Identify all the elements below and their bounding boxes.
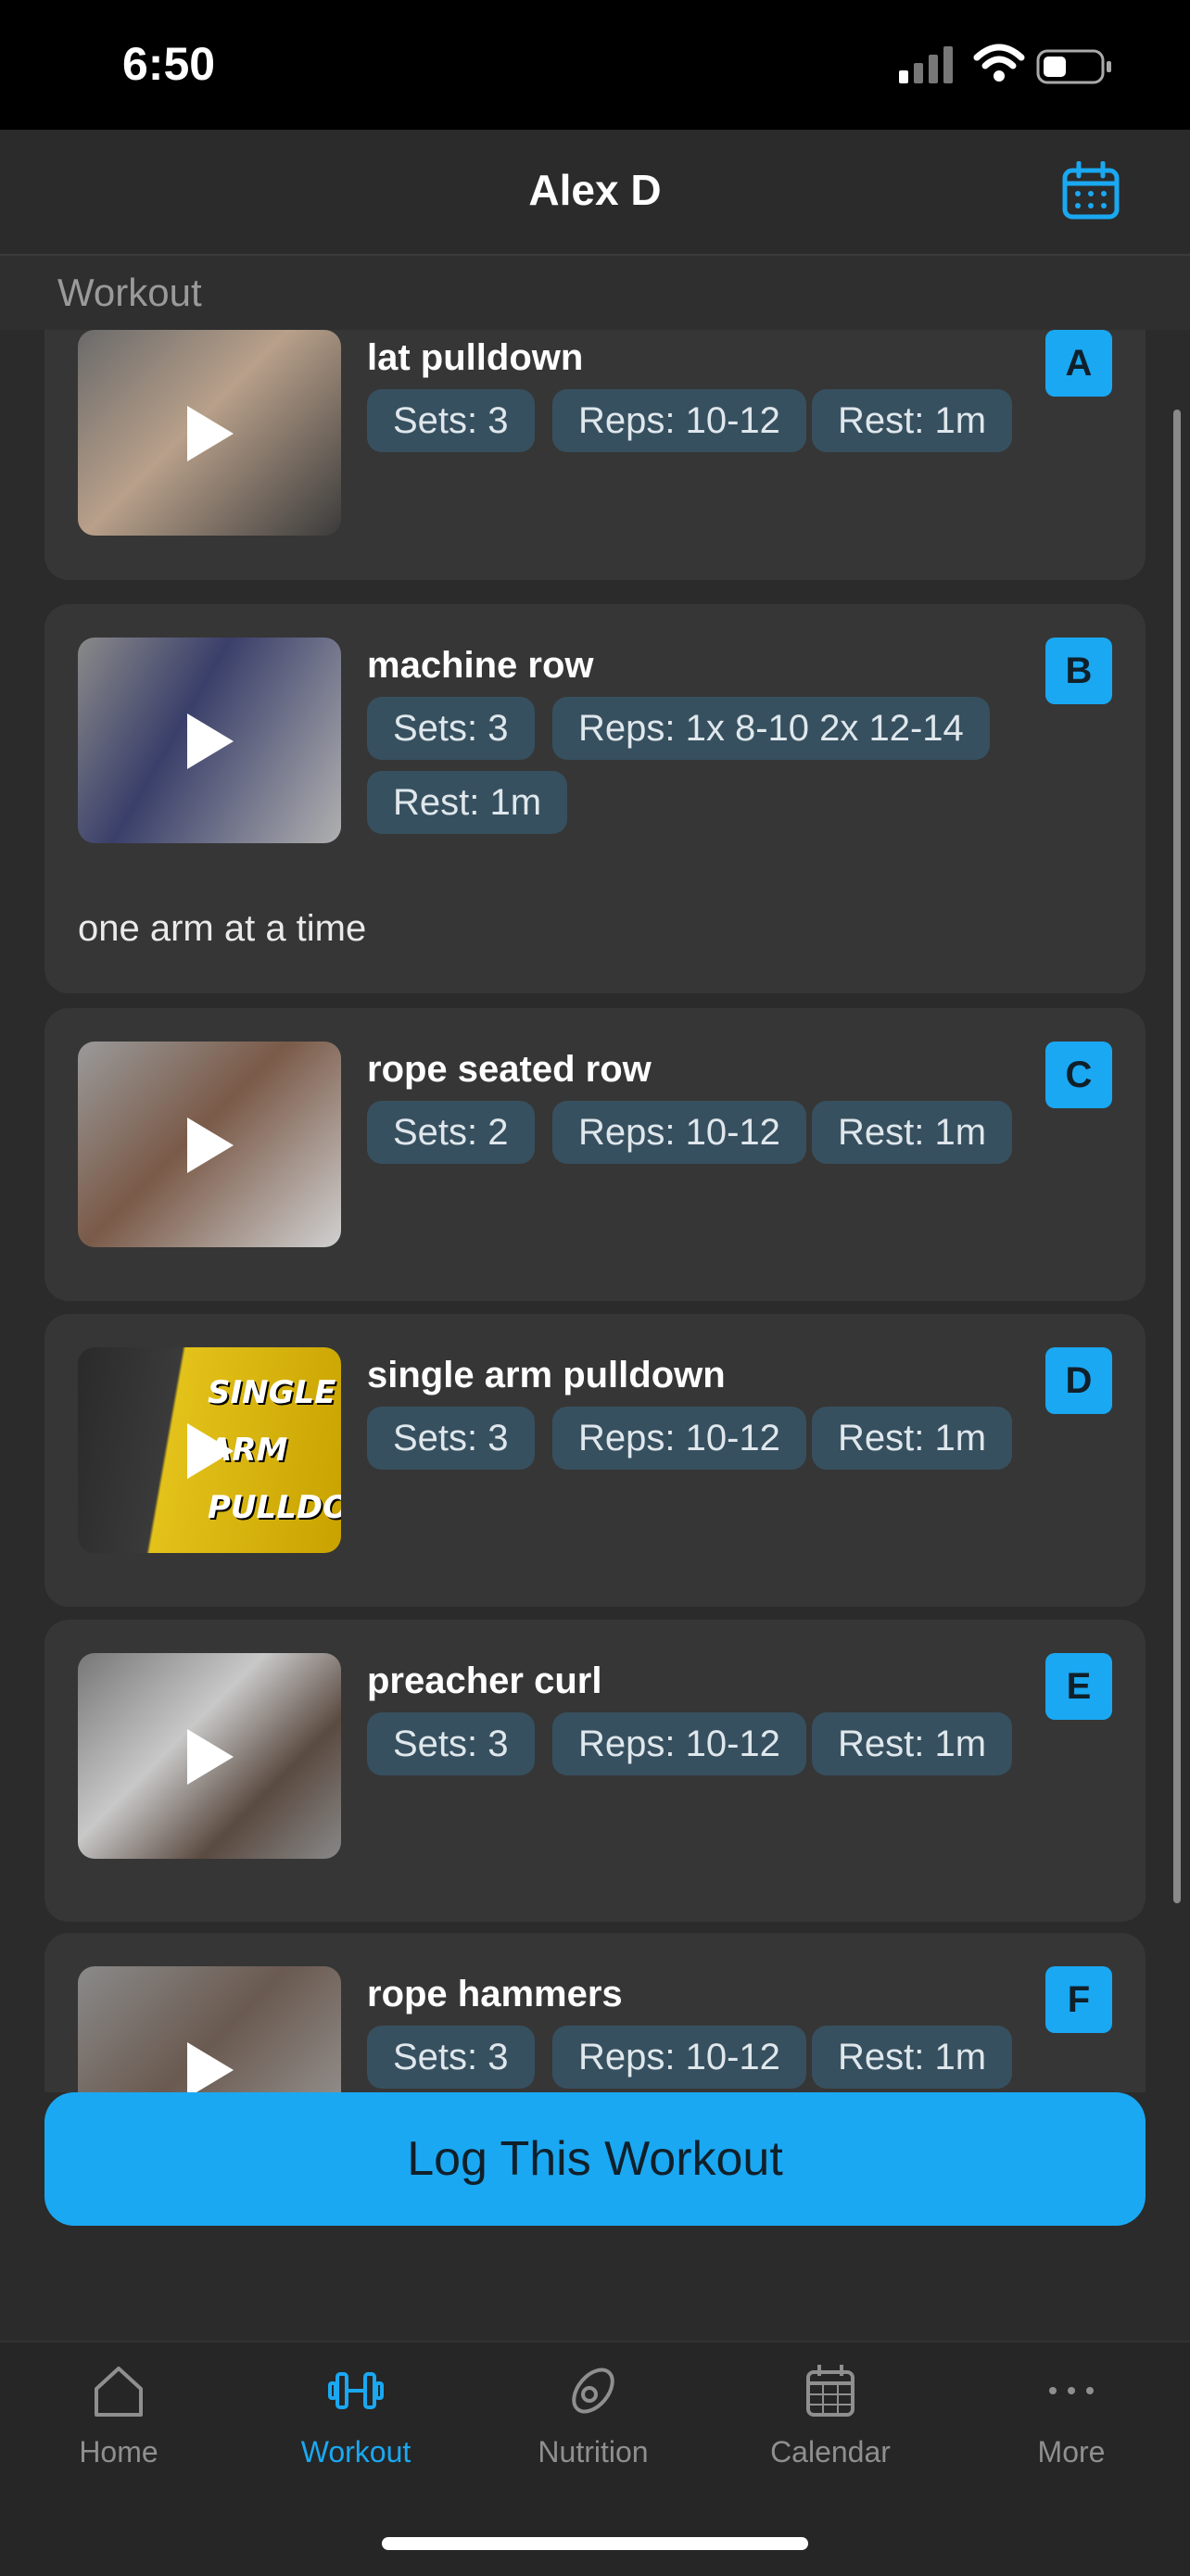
exercise-note: one arm at a time xyxy=(78,908,367,949)
avocado-icon xyxy=(572,2368,614,2414)
wifi-icon xyxy=(973,44,1025,82)
dumbbell-icon xyxy=(328,2372,384,2409)
rest-chip: Rest: 1m xyxy=(812,2026,1013,2089)
exercise-video-thumbnail[interactable] xyxy=(78,1042,341,1247)
exercise-letter-badge: B xyxy=(1045,638,1112,704)
sets-chip: Sets: 3 xyxy=(367,697,535,760)
exercise-letter-badge: D xyxy=(1045,1347,1112,1414)
exercise-letter-badge: F xyxy=(1045,1966,1112,2033)
home-icon xyxy=(95,2367,143,2417)
exercise-card[interactable]: rope hammers Sets: 3 Reps: 10-12 Rest: 1… xyxy=(44,1933,1146,2092)
play-icon xyxy=(187,1729,234,1785)
tab-nutrition[interactable]: Nutrition xyxy=(475,2361,712,2500)
rest-chip: Rest: 1m xyxy=(812,389,1013,452)
reps-chip: Reps: 10-12 xyxy=(552,1101,806,1164)
play-icon xyxy=(187,2042,234,2092)
exercise-letter-badge: A xyxy=(1045,330,1112,397)
exercise-card[interactable]: rope seated row Sets: 2 Reps: 10-12 Rest… xyxy=(44,1008,1146,1301)
rest-chip: Rest: 1m xyxy=(367,771,568,834)
top-bar: Alex D xyxy=(0,130,1190,256)
section-header: Workout xyxy=(0,256,1190,330)
more-icon xyxy=(1049,2387,1094,2394)
sets-chip: Sets: 3 xyxy=(367,1712,535,1775)
exercise-letter-badge: E xyxy=(1045,1653,1112,1720)
rest-chip: Rest: 1m xyxy=(812,1712,1013,1775)
calendar-icon[interactable] xyxy=(1062,161,1120,221)
reps-chip: Reps: 10-12 xyxy=(552,1407,806,1470)
exercise-card[interactable]: machine row Sets: 3 Reps: 1x 8-10 2x 12-… xyxy=(44,604,1146,993)
tab-label: Workout xyxy=(300,2435,411,2469)
exercise-video-thumbnail[interactable] xyxy=(78,1966,341,2092)
exercise-video-thumbnail[interactable] xyxy=(78,638,341,843)
reps-chip: Reps: 1x 8-10 2x 12-14 xyxy=(552,697,990,760)
home-indicator xyxy=(382,2537,808,2550)
cellular-signal-icon xyxy=(899,46,953,83)
reps-chip: Reps: 10-12 xyxy=(552,2026,806,2089)
sets-chip: Sets: 3 xyxy=(367,389,535,452)
tab-label: Calendar xyxy=(770,2435,891,2469)
exercise-name: single arm pulldown xyxy=(367,1355,726,1395)
sets-chip: Sets: 3 xyxy=(367,2026,535,2089)
play-icon xyxy=(187,406,234,461)
exercise-card[interactable]: lat pulldown Sets: 3 Reps: 10-12 Rest: 1… xyxy=(44,330,1146,580)
calendar-icon xyxy=(806,2365,855,2417)
status-bar: 6:50 xyxy=(0,0,1190,130)
exercise-list[interactable]: lat pulldown Sets: 3 Reps: 10-12 Rest: 1… xyxy=(0,330,1190,2092)
tab-calendar[interactable]: Calendar xyxy=(712,2361,949,2500)
exercise-video-thumbnail[interactable] xyxy=(78,330,341,536)
page-title: Alex D xyxy=(528,166,662,214)
section-label: Workout xyxy=(57,271,202,314)
exercise-name: rope hammers xyxy=(367,1974,623,2014)
play-icon xyxy=(187,1118,234,1173)
play-icon xyxy=(187,1423,234,1479)
tab-home[interactable]: Home xyxy=(0,2361,237,2500)
battery-icon xyxy=(1036,49,1111,84)
rest-chip: Rest: 1m xyxy=(812,1407,1013,1470)
reps-chip: Reps: 10-12 xyxy=(552,389,806,452)
tab-label: Nutrition xyxy=(538,2435,649,2469)
status-time: 6:50 xyxy=(122,38,216,90)
rest-chip: Rest: 1m xyxy=(812,1101,1013,1164)
tab-workout[interactable]: Workout xyxy=(237,2361,475,2500)
exercise-card[interactable]: preacher curl Sets: 3 Reps: 10-12 Rest: … xyxy=(44,1620,1146,1922)
tab-more[interactable]: More xyxy=(953,2361,1190,2500)
log-workout-button[interactable]: Log This Workout xyxy=(44,2092,1146,2226)
reps-chip: Reps: 10-12 xyxy=(552,1712,806,1775)
play-icon xyxy=(187,713,234,769)
exercise-video-thumbnail[interactable]: SINGLE ARM PULLDOWN xyxy=(78,1347,341,1553)
tab-label: Home xyxy=(79,2435,158,2469)
tab-label: More xyxy=(1037,2435,1106,2469)
exercise-name: lat pulldown xyxy=(367,337,584,378)
exercise-video-thumbnail[interactable] xyxy=(78,1653,341,1859)
exercise-card[interactable]: SINGLE ARM PULLDOWN single arm pulldown … xyxy=(44,1314,1146,1607)
exercise-name: preacher curl xyxy=(367,1661,602,1701)
exercise-name: rope seated row xyxy=(367,1049,652,1090)
list-scrollbar[interactable] xyxy=(1173,410,1181,1903)
exercise-name: machine row xyxy=(367,645,594,686)
sets-chip: Sets: 3 xyxy=(367,1407,535,1470)
sets-chip: Sets: 2 xyxy=(367,1101,535,1164)
exercise-letter-badge: C xyxy=(1045,1042,1112,1108)
